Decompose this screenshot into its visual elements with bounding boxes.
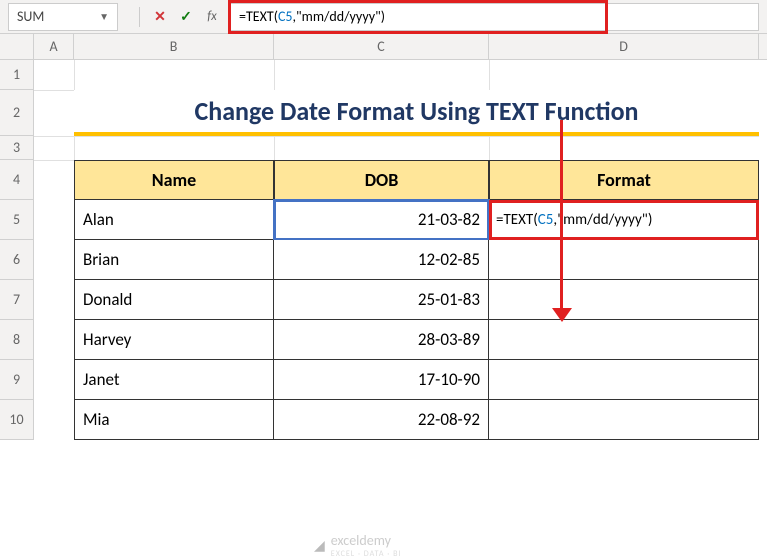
cell-d5[interactable]: =TEXT(C5,"mm/dd/yyyy") (489, 200, 759, 240)
sheet-title[interactable]: Change Date Format Using TEXT Function (74, 90, 759, 136)
cell-dob[interactable]: 17-10-90 (274, 360, 489, 400)
cancel-icon[interactable]: ✕ (148, 5, 172, 29)
cell-name[interactable]: Alan (74, 200, 274, 240)
cell-format[interactable] (489, 360, 759, 400)
column-headers: A B C D (0, 34, 767, 60)
table-row: Brian 12-02-85 (74, 240, 759, 280)
cell-name[interactable]: Donald (74, 280, 274, 320)
table-row: Mia 22-08-92 (74, 400, 759, 440)
divider (139, 7, 140, 27)
watermark-tagline: EXCEL · DATA · BI (331, 549, 402, 559)
cell-name[interactable]: Harvey (74, 320, 274, 360)
data-table: Name DOB Format Alan 21-03-82 =TEXT(C5,"… (74, 160, 759, 440)
header-format[interactable]: Format (489, 160, 759, 200)
row-header-9[interactable]: 9 (0, 360, 34, 400)
row-header-6[interactable]: 6 (0, 240, 34, 280)
row-header-8[interactable]: 8 (0, 320, 34, 360)
table-row: Janet 17-10-90 (74, 360, 759, 400)
col-header-A[interactable]: A (34, 34, 74, 59)
cell-dob[interactable]: 12-02-85 (274, 240, 489, 280)
col-header-C[interactable]: C (274, 34, 489, 59)
row-header-4[interactable]: 4 (0, 160, 34, 200)
cell-format[interactable] (489, 320, 759, 360)
watermark: ◢ exceldemy EXCEL · DATA · BI (314, 532, 402, 559)
gridline (34, 136, 759, 137)
cell-name[interactable]: Brian (74, 240, 274, 280)
cell-format[interactable] (489, 240, 759, 280)
annotation-arrow (560, 120, 563, 316)
cell-dob[interactable]: 25-01-83 (274, 280, 489, 320)
row-header-10[interactable]: 10 (0, 400, 34, 440)
chart-icon: ◢ (314, 537, 325, 554)
enter-icon[interactable]: ✓ (174, 5, 198, 29)
formula-text: =TEXT(C5,"mm/dd/yyyy") (239, 8, 385, 25)
arrow-head-icon (552, 308, 572, 322)
row-header-2[interactable]: 2 (0, 90, 34, 136)
formula-bar[interactable]: =TEXT(C5,"mm/dd/yyyy") (230, 3, 759, 31)
cell-format[interactable] (489, 280, 759, 320)
col-header-D[interactable]: D (489, 34, 759, 59)
table-row: Harvey 28-03-89 (74, 320, 759, 360)
cell-name[interactable]: Janet (74, 360, 274, 400)
chevron-down-icon[interactable]: ▼ (99, 10, 109, 23)
header-dob[interactable]: DOB (274, 160, 489, 200)
row-header-3[interactable]: 3 (0, 136, 34, 160)
row-header-5[interactable]: 5 (0, 200, 34, 240)
cell-name[interactable]: Mia (74, 400, 274, 440)
formula-controls: ✕ ✓ fx (133, 5, 224, 29)
header-name[interactable]: Name (74, 160, 274, 200)
table-header-row: Name DOB Format (74, 160, 759, 200)
cell-c5[interactable]: 21-03-82 (274, 200, 489, 240)
col-header-B[interactable]: B (74, 34, 274, 59)
row-headers: 1 2 3 4 5 6 7 8 9 10 (0, 60, 34, 440)
table-row: Donald 25-01-83 (74, 280, 759, 320)
fx-icon[interactable]: fx (200, 5, 224, 29)
cell-dob[interactable]: 28-03-89 (274, 320, 489, 360)
formula-bar-row: SUM ▼ ✕ ✓ fx =TEXT(C5,"mm/dd/yyyy") (0, 0, 767, 34)
name-box-value: SUM (17, 8, 44, 25)
table-row: Alan 21-03-82 =TEXT(C5,"mm/dd/yyyy") (74, 200, 759, 240)
cell-format[interactable] (489, 400, 759, 440)
select-all-corner[interactable] (0, 34, 34, 59)
row-header-7[interactable]: 7 (0, 280, 34, 320)
cell-dob[interactable]: 22-08-92 (274, 400, 489, 440)
cells-area[interactable]: Change Date Format Using TEXT Function N… (34, 60, 759, 440)
name-box[interactable]: SUM ▼ (8, 3, 118, 31)
row-header-1[interactable]: 1 (0, 60, 34, 90)
spreadsheet-grid: A B C D 1 2 3 4 5 6 7 8 9 10 Change Date… (0, 34, 767, 440)
